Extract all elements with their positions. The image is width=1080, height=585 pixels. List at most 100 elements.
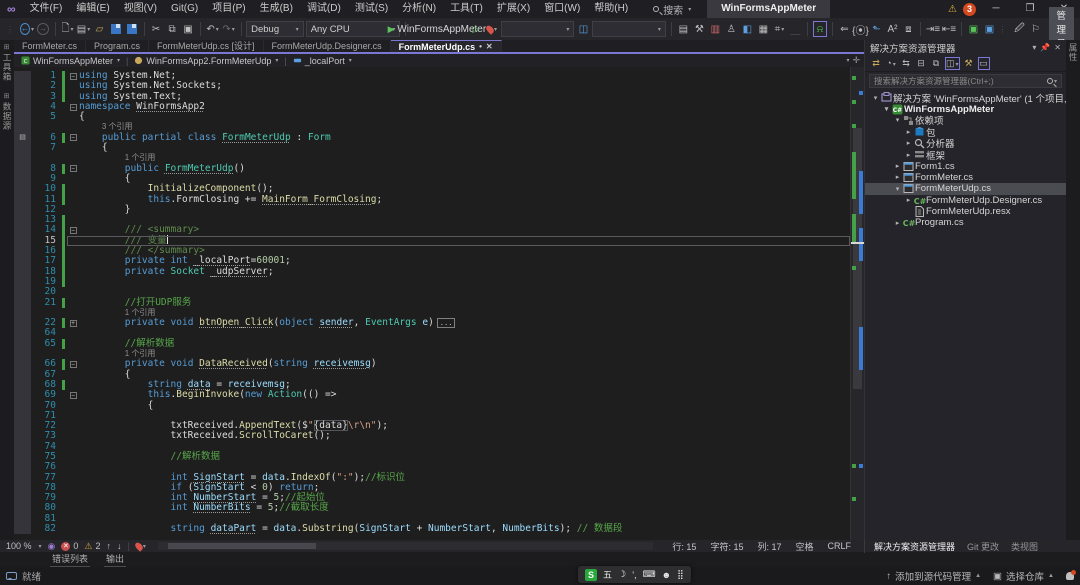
collapsed-region[interactable]: ... [437, 318, 456, 328]
code-line[interactable]: 82 string dataPart = data.Substring(Sign… [14, 524, 850, 534]
paste-icon[interactable]: ▣ [181, 21, 195, 37]
rename-icon[interactable]: A² [885, 21, 899, 37]
empty-dropdown-2[interactable]: ▾ [592, 21, 665, 37]
send-feedback-icon[interactable]: 🖉 [1013, 21, 1027, 37]
redo-icon[interactable]: ↷▾ [222, 21, 236, 37]
prev-issue-icon[interactable]: ↑ [107, 541, 112, 551]
ime-punctuation-icon[interactable]: ’, [632, 570, 637, 580]
layout-icon[interactable]: ◧ [740, 21, 754, 37]
tree-item[interactable]: ▸C#Program.cs [865, 217, 1066, 228]
status-cell[interactable]: 行: 15 [665, 540, 703, 553]
codelens-references[interactable]: 1 个引用 [125, 153, 156, 162]
ime-toolbar[interactable]: S 五 ☽ ’, ⌨ ☻ ⣿ [578, 566, 691, 583]
codelens-references[interactable]: 3 个引用 [102, 122, 133, 131]
code-line[interactable]: 11 this.FormClosing += MainForm_FormClos… [14, 195, 850, 205]
dock-tab[interactable]: ⊞工具箱 [1, 43, 13, 82]
undo-icon[interactable]: ↶▾ [206, 21, 220, 37]
tree-item[interactable]: ▸FormMeter.cs [865, 172, 1066, 183]
collapse-icon[interactable]: − [70, 392, 77, 399]
menu-item[interactable]: 视图(V) [117, 0, 164, 18]
warning-icon[interactable]: ⚠ [948, 4, 957, 15]
properties-window-icon[interactable]: ⚒ [692, 21, 706, 37]
expander-collapsed-icon[interactable]: ▸ [904, 151, 913, 159]
expander-collapsed-icon[interactable]: ▸ [904, 139, 913, 147]
solution-search-input[interactable]: 搜索解决方案资源管理器(Ctrl+;) ▾ [869, 74, 1062, 88]
code-line[interactable]: 80 int NumberBits = 5;//截取长度 [14, 503, 850, 513]
error-count[interactable]: ✕ 0 [61, 541, 78, 551]
breadcrumb-member[interactable]: _localPort ▾ [290, 56, 355, 66]
ime-person-icon[interactable]: ☻ [662, 570, 671, 580]
copy-icon[interactable]: ⧉ [165, 21, 179, 37]
open-folder-icon[interactable]: ▱ [93, 21, 107, 37]
menu-item[interactable]: 编辑(E) [69, 0, 116, 18]
expander-expanded-icon[interactable]: ▾ [871, 94, 880, 102]
editor-layout-icon[interactable]: ▦ [756, 21, 770, 37]
navigate-forward-icon[interactable]: → [36, 21, 50, 37]
intellicode-icon[interactable]: ⍾ [813, 21, 827, 37]
breadcrumb-type[interactable]: WinFormsApp2.FormMeterUdp ▾ [131, 56, 281, 66]
cut-icon[interactable]: ✂ [149, 21, 163, 37]
health-indicator-icon[interactable]: ◉ [48, 541, 56, 552]
menu-item[interactable]: Git(G) [164, 0, 205, 18]
menu-item[interactable]: 工具(T) [443, 0, 490, 18]
status-cell[interactable]: 字符: 15 [703, 540, 750, 553]
tree-item[interactable]: FormMeterUdp.resx [865, 206, 1066, 217]
split-editor-icon[interactable]: ✛ [852, 55, 860, 66]
indent-increase-icon[interactable]: ⇤≡ [942, 21, 956, 37]
bottom-panel-tab[interactable]: 输出 [104, 552, 126, 567]
bell-flag-icon[interactable]: ⚐ [1029, 21, 1043, 37]
tree-item[interactable]: ▸分析器 [865, 138, 1066, 149]
tree-item[interactable]: ▾解决方案 'WinFormsAppMeter' (1 个项目, 共 1 个) [865, 92, 1066, 103]
document-tab[interactable]: FormMeter.cs [14, 40, 86, 52]
zoom-level[interactable]: 100 % [6, 541, 32, 551]
menu-item[interactable]: 文件(F) [23, 0, 70, 18]
editor-vertical-scrollbar[interactable] [850, 67, 864, 540]
next-issue-icon[interactable]: ↓ [117, 541, 122, 551]
expander-expanded-icon[interactable]: ▾ [893, 185, 902, 193]
status-cell[interactable]: 列: 17 [750, 540, 788, 553]
find-references-icon[interactable]: ⧈ [901, 21, 915, 37]
panel-tab[interactable]: 类视图 [1006, 540, 1043, 553]
navigation-dropdown-icon[interactable]: ▾ [846, 57, 849, 64]
tree-item[interactable]: ▸包 [865, 126, 1066, 137]
tree-item[interactable]: ▾C#WinFormsAppMeter [865, 103, 1066, 114]
menu-item[interactable]: 调试(D) [300, 0, 348, 18]
expander-collapsed-icon[interactable]: ▸ [893, 162, 902, 170]
code-line[interactable]: 4−namespace WinFormsApp2 [14, 102, 850, 112]
expander-collapsed-icon[interactable]: ▸ [904, 196, 913, 204]
start-debugging-button[interactable]: ▶ WinFormsAppMeter▾ [411, 21, 467, 37]
search-box[interactable]: 搜索 ▾ [645, 2, 699, 17]
panel-close-icon[interactable]: ✕ [1054, 43, 1061, 52]
collapse-icon[interactable]: − [70, 165, 77, 172]
hot-reload-icon[interactable]: ▾ [485, 21, 499, 37]
expander-expanded-icon[interactable]: ▾ [882, 105, 891, 113]
menu-item[interactable]: 测试(S) [348, 0, 395, 18]
code-line[interactable]: 22+ private void btnOpen_Click(object se… [14, 318, 850, 328]
minimize-button[interactable]: ─ [982, 0, 1010, 18]
toolbar-overflow[interactable]: ⋮ [999, 25, 1008, 34]
minimize-panel-icon[interactable]: ＿ [788, 21, 802, 37]
menu-item[interactable]: 窗口(W) [537, 0, 587, 18]
expander-collapsed-icon[interactable]: ▸ [904, 128, 913, 136]
indent-decrease-icon[interactable]: ⇥≡ [926, 21, 940, 37]
platform-dropdown[interactable]: Any CPU▾ [306, 21, 401, 37]
select-repository[interactable]: ▣ 选择仓库 ▲ [993, 569, 1054, 583]
hot-reload-status-icon[interactable]: ▾ [136, 542, 146, 551]
new-project-icon[interactable]: 🗋▾ [61, 21, 75, 37]
codelens-references[interactable]: 1 个引用 [125, 308, 156, 317]
tree-item[interactable]: ▸C#FormMeterUdp.Designer.cs [865, 195, 1066, 206]
navigate-backward-code-icon[interactable]: ⇐ [837, 21, 851, 37]
sync-with-active-document-icon[interactable]: ⇆ [900, 58, 912, 69]
warning-count[interactable]: ⚠ 2 [84, 541, 100, 552]
collapse-icon[interactable]: − [70, 227, 77, 234]
code-line[interactable]: 73 txtReceived.ScrollToCaret(); [14, 431, 850, 441]
expand-icon[interactable]: + [70, 320, 77, 327]
terminal-icon[interactable]: ⌗▾ [772, 21, 786, 37]
menu-item[interactable]: 项目(P) [205, 0, 252, 18]
solution-explorer-icon[interactable]: ▤ [676, 21, 690, 37]
tree-item[interactable]: ▸Form1.cs [865, 160, 1066, 171]
tree-item[interactable]: ▾依赖项 [865, 115, 1066, 126]
save-all-icon[interactable] [125, 21, 139, 37]
ime-mode-label[interactable]: 五 [603, 568, 612, 581]
status-cell[interactable]: CRLF [820, 541, 858, 551]
